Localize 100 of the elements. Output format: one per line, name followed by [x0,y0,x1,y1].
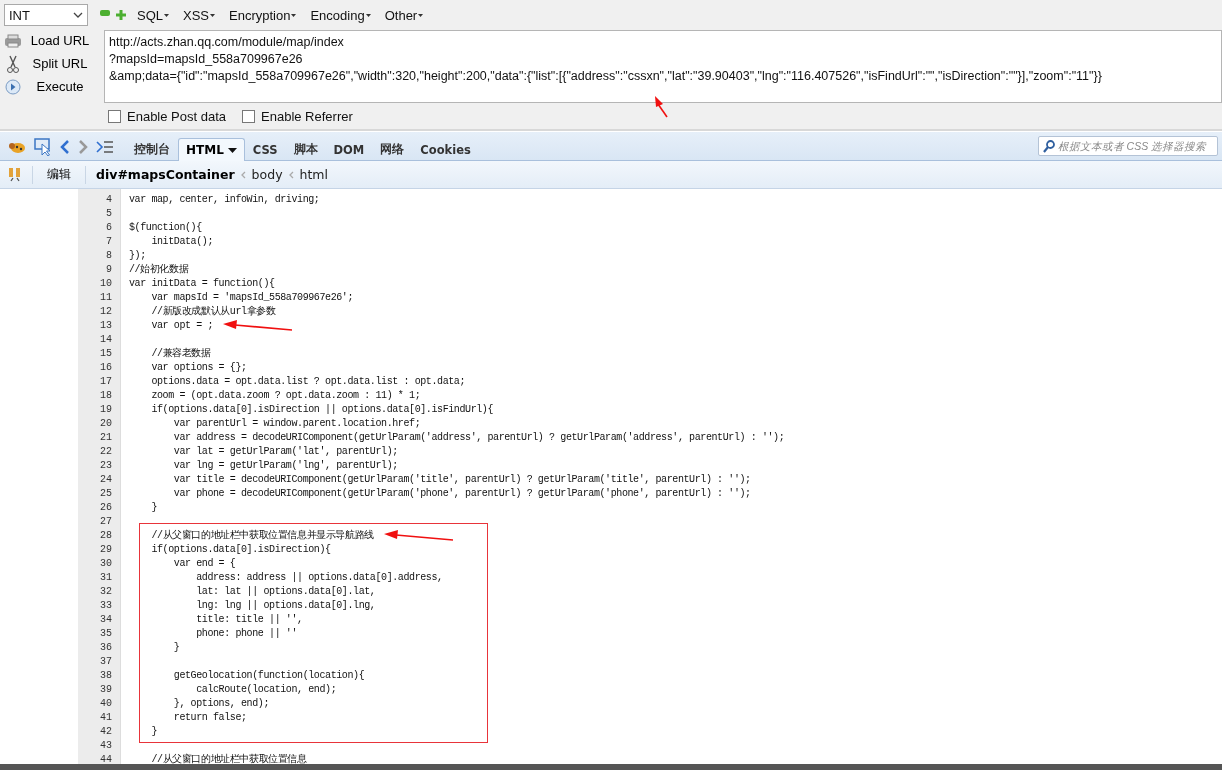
code-line: //从父窗口的地址栏中获取位置信息 [150,753,307,767]
tab[interactable]: 网络 [372,137,413,161]
breadcrumb[interactable]: div#mapsContainer [96,167,235,182]
line-number: 20 [78,417,121,431]
line-number: 39 [78,683,121,697]
code-line: //新版改成默认从url拿参数 [150,305,276,319]
line-number: 10 [78,277,121,291]
caret-icon [365,13,371,17]
toolbar-button[interactable]: Load URL [4,30,104,51]
inspect-icon[interactable] [34,138,52,156]
line-number: 37 [78,655,121,669]
code-line: var address = decodeURIComponent(getUrlParam('address', parentUrl) ? getUrlParam('address', parentUrl) : ''); [172,431,785,445]
code-line: var lng = getUrlParam('lng', parentUrl); [172,459,398,473]
line-number: 25 [78,487,121,501]
checkbox[interactable] [108,110,121,123]
line-number: 11 [78,291,121,305]
edit-button[interactable]: 编辑 [43,166,75,183]
code-line: title: title || '', [195,613,303,627]
line-number: 43 [78,739,121,753]
code-line: $(function(){ [128,221,202,235]
code-line: var options = {}; [150,361,247,375]
type-select[interactable]: INT [4,4,88,26]
inspect-element-icon[interactable] [8,166,22,183]
line-number: 38 [78,669,121,683]
line-number: 8 [78,249,121,263]
chevron-icon [240,170,246,179]
menu-button[interactable]: Other [381,7,427,23]
menu-button[interactable]: SQL [134,7,172,23]
url-field[interactable]: http://acts.zhan.qq.com/module/map/index ?mapsId=mapsId_558a709967e26 &amp;data={"id":"mapsId_558a709967e26","width":320,"height":200,"data":{"list":[{"address":"cssxn","lat":"39.90403","lng":"116.407526","isFindUrl":"","isDirection":""}],"zoom":"11"}} [104,30,1222,103]
menu-button[interactable]: XSS [180,7,219,23]
line-number: 26 [78,501,121,515]
code-line: if(options.data[0].isDirection){ [150,543,331,557]
line-number: 17 [78,375,121,389]
line-number: 5 [78,207,121,221]
line-number: 33 [78,599,121,613]
breadcrumb[interactable]: body [251,167,283,182]
tab[interactable]: CSS [244,138,286,161]
code-line: //从父窗口的地址栏中获取位置信息并显示导航路线 [150,529,374,543]
code-line: var mapsId = 'mapsId_558a709967e26'; [150,291,354,305]
code-line: calcRoute(location, end); [195,683,337,697]
breadcrumb[interactable]: html [299,167,328,182]
line-number: 35 [78,627,121,641]
line-number: 24 [78,473,121,487]
code-line: zoom = (opt.data.zoom ? opt.data.zoom : 11) * 1; [150,389,421,403]
line-number: 36 [78,641,121,655]
caret-icon [418,13,424,17]
plus-icon[interactable] [116,10,126,20]
chevron-icon [288,170,294,179]
line-number: 31 [78,571,121,585]
line-number: 41 [78,711,121,725]
code-line: } [150,501,157,515]
code-line: var initData = function(){ [128,277,275,291]
line-number: 18 [78,389,121,403]
code-line: var lat = getUrlParam('lat', parentUrl); [172,445,398,459]
line-number: 14 [78,333,121,347]
line-number: 4 [78,193,121,207]
code-line: var opt = ; [150,319,213,333]
code-line: var phone = decodeURIComponent(getUrlParam('phone', parentUrl) ? getUrlParam('phone', parentUrl) : ''); [172,487,751,501]
code-line: var end = { [172,557,236,571]
code-line: var parentUrl = window.parent.location.href; [172,417,421,431]
list-icon[interactable] [96,140,114,154]
search-icon [1043,139,1055,153]
toolbar-button[interactable]: Execute [4,76,104,97]
code-line: //始初化数据 [128,263,189,277]
line-number: 15 [78,347,121,361]
caret-icon [291,13,297,17]
code-line: address: address || options.data[0].address, [195,571,443,585]
tab[interactable]: 控制台 [126,137,178,161]
caret-icon [210,13,216,17]
tab[interactable]: 脚本 [285,137,326,161]
tab[interactable]: HTML [178,138,245,161]
line-number: 12 [78,305,121,319]
tab[interactable]: DOM [325,138,373,161]
line-number: 6 [78,221,121,235]
code-line: } [150,725,157,739]
code-line: lat: lat || options.data[0].lat, [195,585,376,599]
code-line: return false; [172,711,247,725]
checkbox-label: Enable Referrer [261,109,353,124]
menu-button[interactable]: Encoding [307,7,374,23]
code-line: initData(); [150,235,213,249]
toolbar-button[interactable]: Split URL [4,53,104,74]
code-line: lng: lng || options.data[0].lng, [195,599,376,613]
play-icon [4,78,22,95]
scissors-icon [4,54,22,73]
bug-icon[interactable] [8,140,26,154]
printer-icon [4,33,22,48]
line-number: 34 [78,613,121,627]
code-line: } [172,641,180,655]
menu-button[interactable]: Encryption [226,7,300,23]
code-line: options.data = opt.data.list ? opt.data.list : opt.data; [150,375,466,389]
code-line: if(options.data[0].isDirection || options.data[0].isFindUrl){ [150,403,494,417]
checkbox[interactable] [242,110,256,123]
line-number: 32 [78,585,121,599]
code-line: }); [128,249,146,263]
code-line: phone: phone || '' [195,627,298,641]
back-icon[interactable] [60,139,70,155]
tab[interactable]: Cookies [412,138,479,161]
checkbox-label: Enable Post data [127,109,227,124]
search-field[interactable]: 根据文本或者 CSS 选择器搜索 [1038,136,1218,156]
forward-icon[interactable] [78,139,88,155]
